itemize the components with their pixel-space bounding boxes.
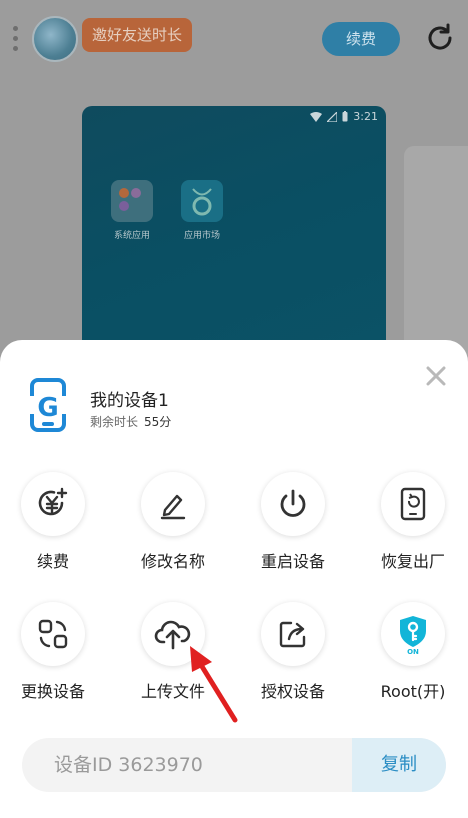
action-renew[interactable]: 续费 bbox=[0, 472, 108, 572]
device-logo-icon: G bbox=[30, 378, 66, 432]
action-upload-file[interactable]: 上传文件 bbox=[118, 602, 228, 702]
power-icon bbox=[261, 472, 325, 536]
status-bar: 3:21 bbox=[310, 110, 378, 123]
next-device-card[interactable] bbox=[404, 146, 468, 366]
pencil-icon bbox=[141, 472, 205, 536]
action-reboot[interactable]: 重启设备 bbox=[238, 472, 348, 572]
signal-icon bbox=[327, 111, 338, 122]
renew-button-top[interactable]: 续费 bbox=[322, 22, 400, 56]
app-system[interactable]: 系统应用 bbox=[110, 180, 154, 241]
cloud-upload-icon bbox=[141, 602, 205, 666]
action-root-toggle[interactable]: ON Root(开) bbox=[358, 602, 468, 702]
action-label: 授权设备 bbox=[260, 682, 325, 701]
refresh-icon[interactable] bbox=[424, 22, 456, 54]
battery-icon bbox=[342, 111, 348, 122]
device-screen-preview[interactable]: 3:21 系统应用 应用市场 bbox=[82, 106, 386, 356]
remaining-time: 剩余时长 55分 bbox=[90, 413, 171, 430]
app-label: 系统应用 bbox=[113, 231, 150, 241]
action-factory-reset[interactable]: 恢复出厂 bbox=[358, 472, 468, 572]
action-label: 上传文件 bbox=[140, 682, 205, 701]
app-market-icon bbox=[181, 180, 223, 222]
copy-button[interactable]: 复制 bbox=[352, 738, 446, 792]
action-label: Root(开) bbox=[380, 682, 446, 701]
device-action-sheet: G 我的设备1 剩余时长 55分 续费 修改名称 重启设备 恢复出厂 更换设备 … bbox=[0, 340, 468, 818]
remaining-label: 剩余时长 bbox=[90, 415, 139, 429]
action-switch-device[interactable]: 更换设备 bbox=[0, 602, 108, 702]
invite-friends-button[interactable]: 邀好友送时长 bbox=[82, 18, 193, 52]
svg-text:ON: ON bbox=[407, 648, 419, 654]
system-apps-icon bbox=[111, 180, 153, 222]
action-label: 重启设备 bbox=[260, 552, 325, 571]
menu-dots-icon[interactable] bbox=[12, 26, 20, 54]
device-name: 我的设备1 bbox=[90, 391, 169, 411]
close-icon[interactable] bbox=[424, 364, 448, 388]
share-icon bbox=[261, 602, 325, 666]
device-id-bar: 设备ID 3623970 复制 bbox=[22, 738, 446, 792]
status-time: 3:21 bbox=[353, 110, 378, 123]
swap-device-icon bbox=[21, 602, 85, 666]
root-shield-icon: ON bbox=[381, 602, 445, 666]
svg-text:G: G bbox=[37, 393, 58, 423]
action-rename[interactable]: 修改名称 bbox=[118, 472, 228, 572]
yen-plus-icon bbox=[21, 472, 85, 536]
app-label: 应用市场 bbox=[183, 231, 220, 241]
factory-reset-icon bbox=[381, 472, 445, 536]
app-market[interactable]: 应用市场 bbox=[180, 180, 224, 241]
remaining-value: 55分 bbox=[144, 415, 172, 429]
device-id-text: 设备ID 3623970 bbox=[54, 754, 203, 776]
action-label: 续费 bbox=[36, 552, 69, 571]
wifi-icon bbox=[310, 111, 323, 122]
action-label: 更换设备 bbox=[20, 682, 85, 701]
action-label: 恢复出厂 bbox=[380, 552, 445, 571]
action-label: 修改名称 bbox=[140, 552, 205, 571]
avatar[interactable] bbox=[32, 16, 78, 62]
action-authorize-device[interactable]: 授权设备 bbox=[238, 602, 348, 702]
